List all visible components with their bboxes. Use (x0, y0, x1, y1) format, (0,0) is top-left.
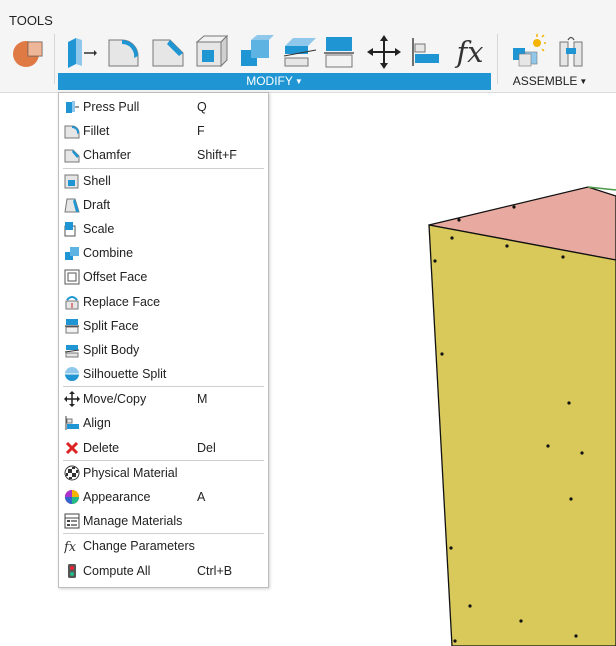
shell-icon[interactable] (194, 34, 230, 70)
menu-item-shortcut: Del (197, 440, 216, 455)
move-copy-icon (64, 391, 80, 408)
fillet-icon (64, 125, 80, 139)
menu-item-press-pull[interactable]: Press Pull Q (59, 95, 268, 119)
move-copy-icon[interactable] (366, 34, 402, 70)
modify-label: MODIFY (246, 74, 293, 88)
menu-item-label: Scale (83, 221, 115, 236)
menu-item-manage-materials[interactable]: Manage Materials (59, 509, 268, 533)
menu-item-label: Split Body (83, 342, 140, 357)
menu-item-shortcut: F (197, 124, 205, 139)
menu-item-offset-face[interactable]: Offset Face (59, 265, 268, 289)
menu-item-split-body[interactable]: Split Body (59, 338, 268, 362)
split-face-icon[interactable] (322, 34, 358, 70)
modify-dropdown-button[interactable]: MODIFY ▼ (58, 73, 491, 90)
menu-item-label: Appearance (83, 490, 151, 504)
menu-item-label: Move/Copy (83, 392, 147, 407)
menu-item-label: Shell (83, 173, 111, 188)
modify-dropdown-menu: Press Pull Q Fillet F Chamfer Shift+F Shell Dra… (58, 92, 269, 588)
menu-item-label: Change Parameters (83, 539, 195, 554)
svg-text:fx: fx (64, 540, 77, 554)
change-parameters-icon: fx (64, 540, 77, 554)
menu-item-label: Press Pull (83, 100, 140, 114)
assemble-dropdown-button[interactable]: ASSEMBLE ▼ (500, 73, 600, 90)
menu-item-label: Silhouette Split (83, 367, 167, 382)
press-pull-icon (66, 101, 79, 113)
menu-item-scale[interactable]: Scale (59, 217, 268, 241)
menu-item-align[interactable]: Align (59, 411, 268, 435)
menu-item-move-copy[interactable]: Move/Copy M (59, 387, 268, 411)
menu-item-label: Combine (83, 246, 134, 261)
assemble-label: ASSEMBLE (512, 74, 578, 88)
menu-item-label: Compute All (83, 563, 151, 578)
menu-item-compute-all[interactable]: Compute All Ctrl+B (59, 559, 268, 583)
menu-item-split-face[interactable]: Split Face (59, 314, 268, 338)
menu-item-label: Fillet (83, 124, 110, 139)
menu-item-shell[interactable]: Shell (59, 169, 268, 193)
menu-item-fillet[interactable]: Fillet F (59, 119, 268, 143)
menu-item-label: Manage Materials (83, 514, 183, 529)
menu-item-label: Chamfer (83, 148, 131, 163)
offset-face-icon (64, 269, 80, 285)
front-face[interactable] (428, 224, 616, 646)
manage-materials-icon (64, 513, 80, 529)
appearance-icon (65, 490, 79, 504)
draft-icon (64, 198, 80, 213)
align-icon (65, 416, 79, 431)
delete-icon (65, 441, 79, 454)
menu-item-delete[interactable]: Delete Del (59, 436, 268, 460)
menu-item-label: Delete (83, 440, 120, 455)
menu-item-shortcut: Q (197, 100, 207, 114)
caret-down-icon: ▼ (294, 77, 303, 86)
menu-item-change-parameters[interactable]: fx Change Parameters (59, 534, 268, 558)
toolbar-separator (497, 34, 498, 84)
silhouette-split-icon (65, 367, 79, 382)
split-face-icon (65, 318, 79, 334)
menu-item-shortcut: A (197, 490, 206, 504)
fillet-icon[interactable] (106, 34, 142, 70)
menu-item-label: Replace Face (83, 294, 161, 309)
toolbar: TOOLS fx MODIFY ▼ ASSEMBLE ▼ (0, 0, 616, 93)
menu-item-shortcut: Ctrl+B (197, 563, 233, 578)
menu-item-label: Align (83, 416, 111, 431)
split-body-icon[interactable] (282, 34, 318, 70)
combine-icon[interactable] (238, 34, 274, 70)
new-component-icon[interactable] (510, 34, 546, 70)
press-pull-icon[interactable] (62, 34, 98, 70)
menu-item-chamfer[interactable]: Chamfer Shift+F (59, 143, 268, 167)
joint-icon[interactable] (554, 34, 590, 70)
menu-item-shortcut: Shift+F (197, 148, 237, 163)
shell-icon (64, 174, 79, 189)
menu-item-appearance[interactable]: Appearance A (59, 485, 268, 509)
align-icon[interactable] (408, 34, 444, 70)
menu-item-label: Split Face (83, 318, 139, 333)
menu-item-draft[interactable]: Draft (59, 193, 268, 217)
chamfer-icon (64, 149, 80, 163)
chamfer-icon[interactable] (150, 34, 186, 70)
menu-item-label: Offset Face (83, 270, 148, 285)
compute-all-icon (68, 563, 76, 578)
menu-item-label: Physical Material (83, 465, 178, 480)
replace-face-icon (65, 295, 79, 309)
split-body-icon (64, 344, 80, 358)
scale-icon (64, 221, 76, 237)
menu-item-physical-material[interactable]: Physical Material (59, 461, 268, 485)
menu-item-combine[interactable]: Combine (59, 241, 268, 265)
physical-material-icon (64, 465, 80, 481)
combine-icon (65, 247, 79, 261)
menu-item-replace-face[interactable]: Replace Face (59, 290, 268, 314)
change-parameters-icon[interactable]: fx (452, 34, 488, 70)
toolbar-separator (54, 34, 55, 84)
menu-item-silhouette-split[interactable]: Silhouette Split (59, 362, 268, 386)
create-sketch-icon[interactable] (10, 34, 46, 70)
caret-down-icon: ▼ (579, 77, 588, 86)
tools-label: TOOLS (9, 13, 53, 28)
menu-item-shortcut: M (197, 392, 208, 407)
menu-item-label: Draft (83, 197, 111, 212)
